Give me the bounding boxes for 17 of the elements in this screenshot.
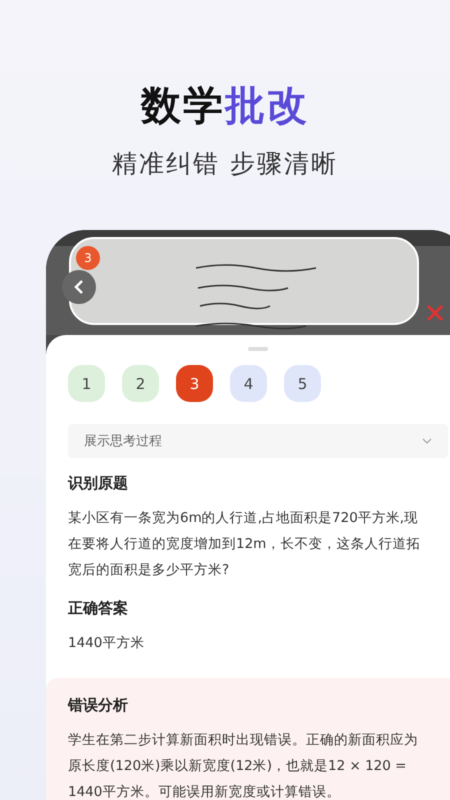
step-tab[interactable]: 5 [284,365,321,402]
section-text: 某小区有一条宽为6m的人行道,占地面积是720平方米,现在要将人行道的宽度增加到12m，长不变，这条人行道拓宽后的面积是多少平方米? [68,509,422,580]
drag-handle[interactable] [248,347,268,351]
section-title: 错误分析 [68,696,129,715]
section-title: 识别原题 [68,474,129,493]
section-text: 学生在第二步计算新面积时出现错误。正确的新面积应为原长度(120米)乘以新宽度(12米)，也就是12 × 120 = 1440平方米。可能误用新宽度或计算错误。 [68,731,419,800]
step-tab[interactable]: 4 [230,365,267,402]
step-tab[interactable]: 3 [176,365,213,402]
section-text: 1440平方米 [68,634,146,653]
page-subtitle: 精准纠错 步骤清晰 [112,148,338,180]
section-title: 正确答案 [68,599,129,618]
page-title: 数学批改 [141,82,309,131]
thinking-dropdown[interactable]: 展示思考过程 [68,424,448,458]
chevron-icon [422,438,432,444]
step-tab[interactable]: 2 [122,365,159,402]
step-tab[interactable]: 1 [68,365,105,402]
back-icon [74,279,84,295]
